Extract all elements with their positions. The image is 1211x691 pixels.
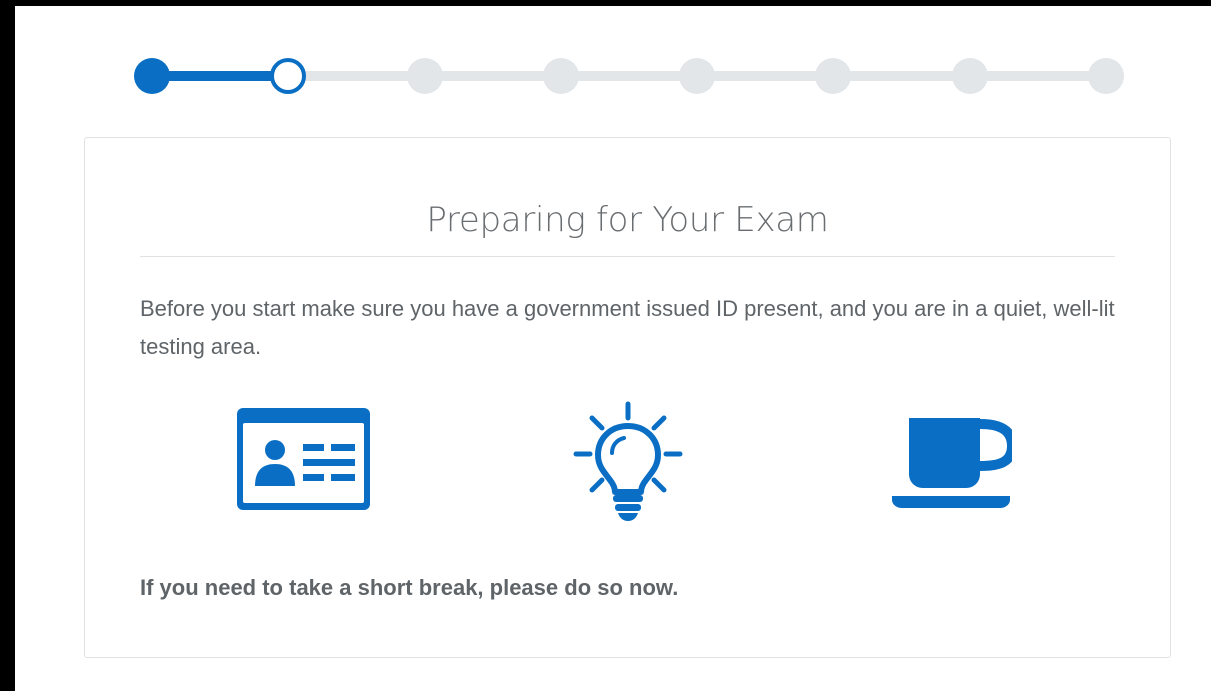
break-note: If you need to take a short break, pleas… — [140, 575, 679, 600]
progress-step-7[interactable] — [952, 58, 988, 94]
exam-preparation-card: Preparing for Your Exam Before you start… — [84, 137, 1171, 658]
progress-step-8[interactable] — [1088, 58, 1124, 94]
progress-stepper — [134, 58, 1124, 94]
progress-step-6[interactable] — [815, 58, 851, 94]
progress-step-1[interactable] — [134, 58, 170, 94]
card-title: Preparing for Your Exam — [426, 200, 829, 240]
id-card-icon — [237, 408, 370, 510]
preparation-icons — [85, 398, 1170, 528]
title-divider — [140, 256, 1115, 257]
progress-track-fill — [152, 71, 288, 81]
progress-step-2[interactable] — [270, 58, 306, 94]
progress-step-5[interactable] — [679, 58, 715, 94]
progress-step-3[interactable] — [407, 58, 443, 94]
app-window: Preparing for Your Exam Before you start… — [0, 0, 1211, 691]
lightbulb-icon — [572, 400, 684, 524]
intro-text: Before you start make sure you have a go… — [140, 296, 1115, 359]
progress-step-4[interactable] — [543, 58, 579, 94]
coffee-cup-icon — [892, 416, 1012, 512]
